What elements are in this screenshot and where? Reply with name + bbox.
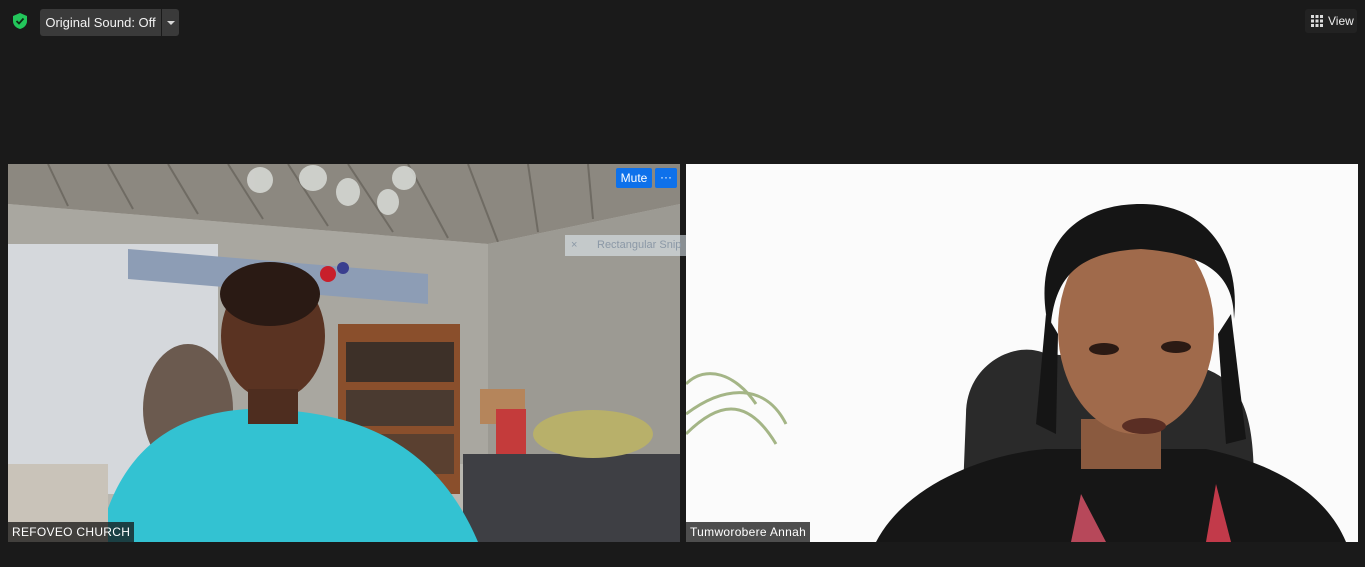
participant-video-frame (686, 164, 1358, 542)
shield-check-icon[interactable] (11, 12, 29, 30)
more-options-button[interactable]: ··· (655, 168, 677, 188)
close-icon: × (571, 239, 578, 251)
view-button[interactable]: View (1305, 9, 1357, 33)
snip-tooltip-text: Rectangular Snip (597, 239, 682, 251)
grid-icon (1311, 15, 1323, 27)
meeting-top-bar: Original Sound: Off View (0, 0, 1365, 44)
participant-video-frame (8, 164, 680, 542)
participant-video-refoveo[interactable]: REFOVEO CHURCH (8, 164, 680, 542)
participant-name-label: Tumworobere Annah (686, 522, 811, 542)
original-sound-button[interactable]: Original Sound: Off (40, 9, 161, 36)
participant-video-annah[interactable]: Tumworobere Annah (686, 164, 1358, 542)
participant-name-label: REFOVEO CHURCH (8, 522, 135, 542)
mute-button[interactable]: Mute (616, 168, 652, 188)
original-sound-dropdown[interactable] (162, 9, 179, 36)
view-label: View (1328, 14, 1354, 28)
